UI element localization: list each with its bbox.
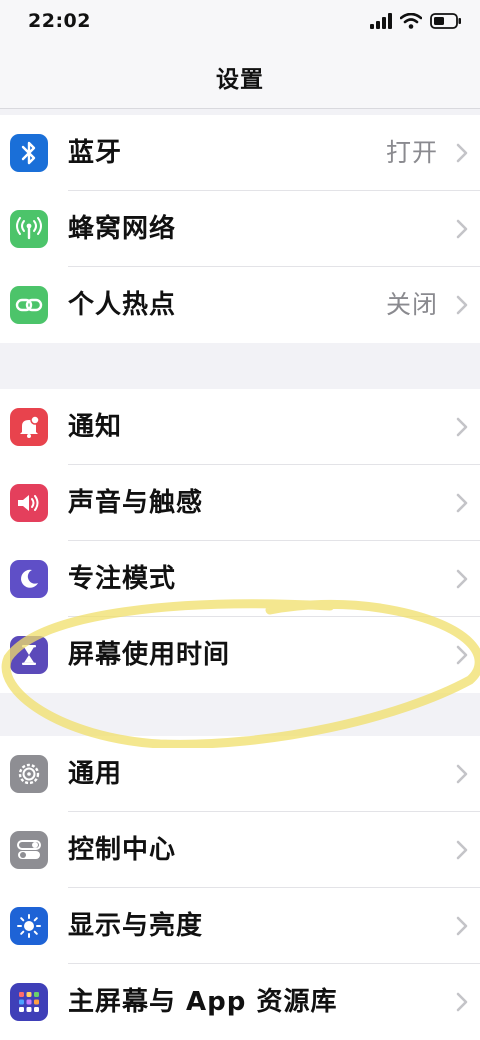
- settings-row-label: 通知: [68, 412, 123, 442]
- settings-row-label: 蓝牙: [68, 138, 123, 168]
- chevron-right-icon: [456, 916, 468, 936]
- toggles-icon: [10, 831, 48, 869]
- settings-row-value: 打开: [385, 138, 438, 167]
- connectivity-group: 蓝牙 打开 蜂窝网络 个人热点 关闭: [0, 115, 480, 343]
- settings-row-home-screen[interactable]: 主屏幕与 App 资源库: [0, 964, 480, 1040]
- chevron-right-icon: [456, 143, 468, 163]
- settings-row-sounds[interactable]: 声音与触感: [0, 465, 480, 541]
- chevron-right-icon: [456, 569, 468, 589]
- settings-row-focus[interactable]: 专注模式: [0, 541, 480, 617]
- settings-row-cellular[interactable]: 蜂窝网络: [0, 191, 480, 267]
- settings-row-label: 蜂窝网络: [68, 214, 177, 244]
- bluetooth-icon: [10, 134, 48, 172]
- settings-row-value: 关闭: [385, 290, 438, 319]
- antenna-icon: [10, 210, 48, 248]
- link-icon: [10, 286, 48, 324]
- chevron-right-icon: [456, 992, 468, 1012]
- settings-row-bluetooth[interactable]: 蓝牙 打开: [0, 115, 480, 191]
- settings-row-screen-time[interactable]: 屏幕使用时间: [0, 617, 480, 693]
- speaker-icon: [10, 484, 48, 522]
- hourglass-icon: [10, 636, 48, 674]
- moon-icon: [10, 560, 48, 598]
- settings-row-label: 个人热点: [68, 290, 177, 320]
- chevron-right-icon: [456, 764, 468, 784]
- chevron-right-icon: [456, 295, 468, 315]
- wifi-icon: [400, 13, 422, 29]
- bell-icon: [10, 408, 48, 446]
- status-bar: 22:02: [0, 0, 480, 46]
- settings-row-general[interactable]: 通用: [0, 736, 480, 812]
- chevron-right-icon: [456, 417, 468, 437]
- general-group: 通用 控制中心 显示与亮度 主屏幕与 App 资源库: [0, 736, 480, 1040]
- notifications-group: 通知 声音与触感 专注模式 屏幕使用时间: [0, 389, 480, 693]
- settings-row-notifications[interactable]: 通知: [0, 389, 480, 465]
- nav-bar: 设置: [0, 46, 480, 109]
- settings-row-label: 屏幕使用时间: [68, 640, 231, 670]
- settings-row-hotspot[interactable]: 个人热点 关闭: [0, 267, 480, 343]
- gear-icon: [10, 755, 48, 793]
- cellular-signal-icon: [370, 13, 392, 29]
- settings-row-control-center[interactable]: 控制中心: [0, 812, 480, 888]
- status-time: 22:02: [28, 10, 91, 32]
- chevron-right-icon: [456, 840, 468, 860]
- chevron-right-icon: [456, 493, 468, 513]
- page-title: 设置: [216, 67, 264, 93]
- settings-row-label: 通用: [68, 759, 123, 789]
- app-grid-icon: [10, 983, 48, 1021]
- settings-row-label: 专注模式: [68, 564, 177, 594]
- status-icons: [370, 11, 462, 31]
- settings-row-label: 控制中心: [68, 835, 177, 865]
- settings-row-label: 显示与亮度: [68, 911, 204, 941]
- settings-row-display[interactable]: 显示与亮度: [0, 888, 480, 964]
- settings-row-label: 主屏幕与 App 资源库: [68, 987, 338, 1017]
- chevron-right-icon: [456, 219, 468, 239]
- chevron-right-icon: [456, 645, 468, 665]
- sun-icon: [10, 907, 48, 945]
- battery-icon: [430, 13, 461, 29]
- settings-row-label: 声音与触感: [68, 488, 204, 518]
